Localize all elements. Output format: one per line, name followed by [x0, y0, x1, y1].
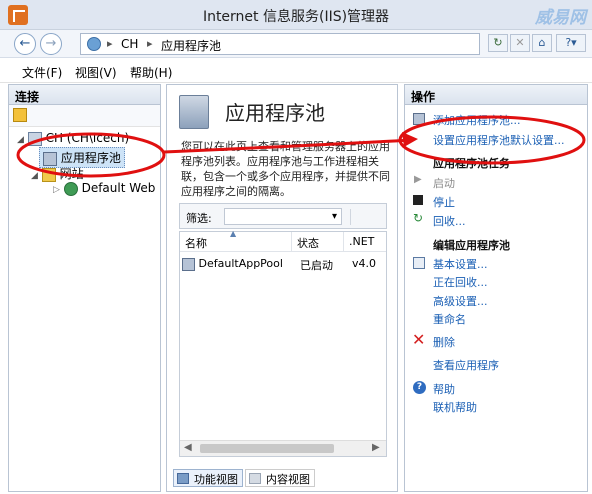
features-view-icon — [177, 473, 189, 484]
page-title: 应用程序池 — [225, 101, 325, 125]
tree-item-default-site[interactable]: ▷ Default Web S — [53, 181, 159, 196]
expand-arrow-icon[interactable]: ▷ — [53, 185, 60, 195]
column-header-status[interactable]: 状态 — [292, 232, 344, 252]
tree-server-label: CH (CH\icech) — [45, 131, 130, 145]
actions-panel: 操作 添加应用程序池... 设置应用程序池默认设置... 应用程序池任务 ▶ 启… — [404, 84, 588, 492]
basic-settings-action[interactable]: 基本设置... — [405, 255, 587, 271]
address-bar[interactable]: ▸ CH ▸ 应用程序池 — [80, 33, 480, 55]
filter-input[interactable]: ▾ — [224, 208, 342, 225]
globe-icon — [63, 181, 78, 196]
view-apps-action[interactable]: 查看应用程序 — [433, 357, 499, 373]
collapse-arrow-icon[interactable]: ◢ — [31, 171, 38, 181]
server-icon — [87, 37, 101, 51]
scroll-right-icon[interactable]: ▶ — [372, 442, 380, 453]
title-bar: Internet 信息服务(IIS)管理器 威易网 — [0, 0, 592, 30]
app-pool-icon — [43, 151, 57, 166]
rename-action[interactable]: 重命名 — [433, 311, 466, 327]
collapse-arrow-icon[interactable]: ◢ — [17, 135, 24, 145]
start-action[interactable]: ▶ 启动 — [405, 174, 587, 190]
stop-icon[interactable]: ✕ — [510, 34, 530, 52]
refresh-icon[interactable]: ↻ — [488, 34, 508, 52]
advanced-settings-action[interactable]: 高级设置... — [433, 293, 488, 309]
pool-tasks-header: 应用程序池任务 — [433, 157, 510, 170]
tree-item-server[interactable]: ◢ CH (CH\icech) — [17, 131, 129, 146]
chevron-right-icon: ▸ — [147, 37, 153, 50]
home-icon[interactable]: ⌂ — [532, 34, 552, 52]
chevron-down-icon: ▾ — [331, 211, 337, 222]
app-pools-grid: 名称 ▲ 状态 .NET DefaultAppPool 已启动 v4.0 ◀ ▶ — [179, 229, 387, 457]
set-defaults-action[interactable]: 设置应用程序池默认设置... — [405, 131, 587, 147]
pool-net-version: v4.0 — [352, 257, 377, 270]
scroll-left-icon[interactable]: ◀ — [184, 442, 192, 453]
online-help-action[interactable]: 联机帮助 — [433, 399, 477, 415]
tree-default-site-label: Default Web S — [81, 181, 159, 195]
edit-pool-header: 编辑应用程序池 — [433, 239, 510, 252]
navigation-bar: ← → ▸ CH ▸ 应用程序池 ↻ ✕ ⌂ ?▾ — [0, 30, 592, 58]
app-pools-feature-panel: 应用程序池 您可以在此页上查看和管理服务器上的应用程序池列表。应用程序池与工作进… — [166, 84, 398, 492]
pool-name: DefaultAppPool — [198, 257, 283, 270]
connections-toolbar — [9, 105, 160, 127]
recycle-icon: ↻ — [413, 211, 424, 225]
delete-x-icon: ✕ — [412, 330, 426, 349]
filter-bar: 筛选: ▾ — [179, 203, 387, 229]
chevron-right-icon: ▸ — [107, 37, 113, 50]
menu-bar: 文件(F) 视图(V) 帮助(H) — [0, 59, 592, 83]
watermark-logo: 威易网 — [535, 8, 586, 28]
tree-sites-label: 网站 — [59, 167, 84, 181]
page-description: 您可以在此页上查看和管理服务器上的应用程序池列表。应用程序池与工作进程相关联，包… — [181, 140, 390, 198]
tree-app-pools-label: 应用程序池 — [60, 151, 121, 165]
stop-action[interactable]: 停止 — [405, 193, 587, 209]
app-pools-large-icon — [179, 95, 209, 129]
menu-view[interactable]: 视图(V) — [75, 64, 117, 81]
pool-status: 已启动 — [300, 259, 333, 272]
menu-file[interactable]: 文件(F) — [22, 64, 62, 81]
breadcrumb-server[interactable]: CH — [121, 37, 138, 51]
connections-panel: 连接 ◢ CH (CH\icech) 应用程序池 ◢ 网站 ▷ Default … — [8, 84, 161, 492]
connections-header: 连接 — [9, 85, 160, 105]
sort-ascending-icon: ▲ — [230, 229, 237, 238]
add-pool-icon — [413, 113, 425, 125]
filter-label: 筛选: — [186, 212, 212, 225]
recycle-action[interactable]: ↻ 回收... — [405, 211, 587, 228]
app-pool-icon — [182, 257, 195, 271]
menu-help[interactable]: 帮助(H) — [130, 64, 172, 81]
delete-action[interactable]: ✕ 删除 — [405, 330, 587, 349]
stop-square-icon — [413, 195, 423, 205]
tree-item-sites[interactable]: ◢ 网站 — [31, 165, 84, 182]
actions-header: 操作 — [405, 85, 587, 105]
add-pool-action[interactable]: 添加应用程序池... — [405, 111, 587, 127]
content-view-icon — [249, 473, 261, 484]
help-dropdown-icon[interactable]: ?▾ — [556, 34, 586, 52]
view-tabs: 功能视图 内容视图 — [173, 469, 395, 489]
new-connection-icon[interactable] — [13, 108, 27, 122]
play-icon: ▶ — [414, 174, 422, 185]
help-action[interactable]: ? 帮助 — [405, 380, 587, 396]
folder-icon — [41, 167, 56, 182]
tab-content-view[interactable]: 内容视图 — [245, 469, 315, 487]
help-icon: ? — [413, 381, 426, 394]
column-header-name[interactable]: 名称 ▲ — [180, 229, 292, 252]
forward-button[interactable]: → — [40, 33, 62, 55]
horizontal-scrollbar[interactable]: ◀ ▶ — [180, 440, 386, 456]
settings-page-icon — [413, 257, 425, 269]
tab-features-view[interactable]: 功能视图 — [173, 469, 243, 487]
breadcrumb-app-pools[interactable]: 应用程序池 — [161, 37, 221, 54]
column-header-net[interactable]: .NET — [344, 232, 386, 252]
scroll-thumb[interactable] — [200, 444, 334, 453]
back-button[interactable]: ← — [14, 33, 36, 55]
table-row[interactable]: DefaultAppPool 已启动 v4.0 — [180, 254, 386, 276]
recycling-action[interactable]: 正在回收... — [433, 274, 488, 290]
filter-go-button[interactable] — [350, 209, 380, 225]
server-icon — [27, 131, 42, 146]
